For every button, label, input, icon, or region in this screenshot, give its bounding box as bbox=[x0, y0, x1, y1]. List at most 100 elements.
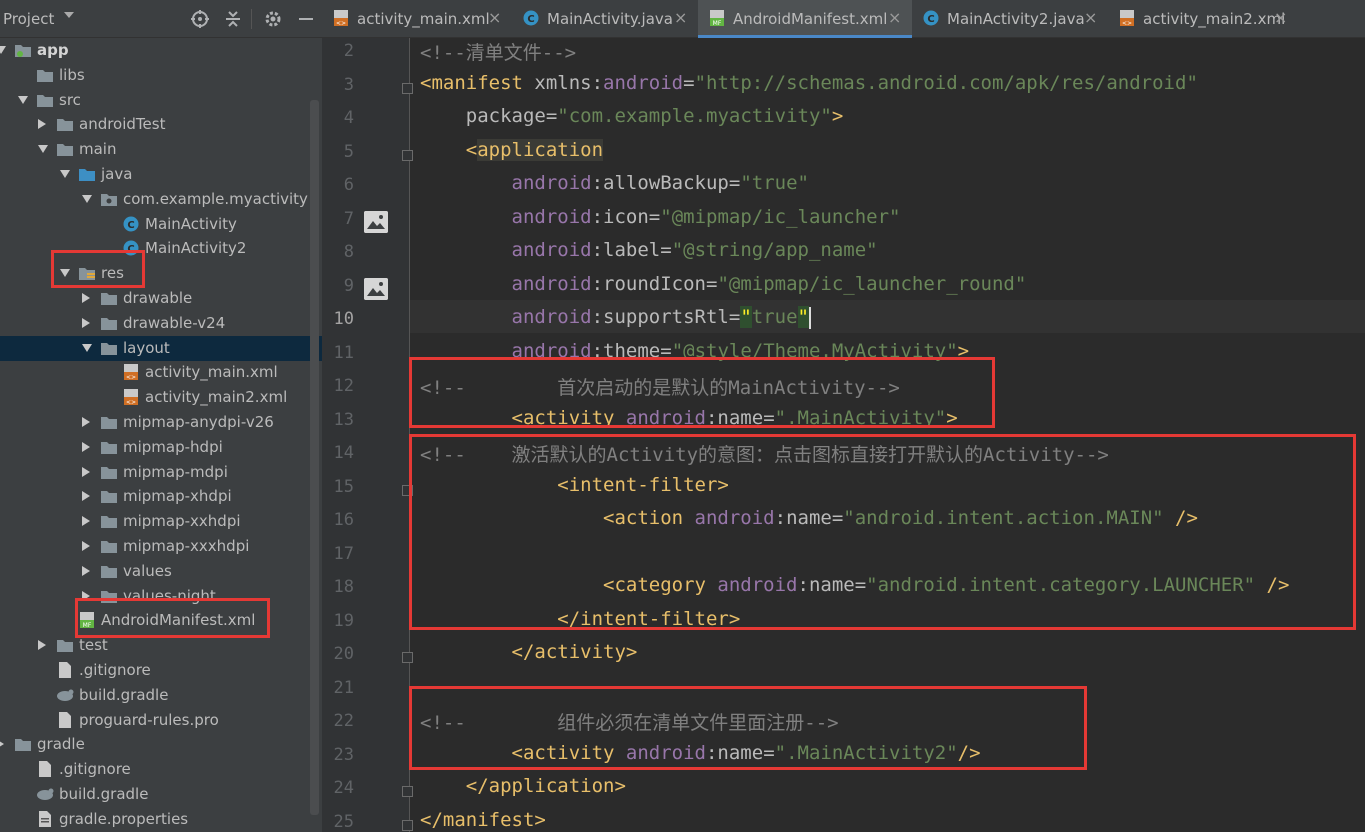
project-view-selector[interactable]: Project bbox=[3, 10, 54, 28]
close-icon[interactable]: × bbox=[1274, 8, 1287, 27]
image-preview-icon[interactable] bbox=[364, 277, 388, 300]
close-icon[interactable]: × bbox=[674, 8, 687, 27]
expand-arrow-down-icon[interactable] bbox=[0, 46, 6, 54]
expand-arrow-right-icon[interactable] bbox=[0, 739, 4, 750]
expand-arrow-right-icon[interactable] bbox=[82, 491, 90, 502]
expand-arrow-down-icon[interactable] bbox=[82, 194, 92, 203]
tree-item[interactable]: C MainActivity2 bbox=[0, 236, 322, 261]
locate-target-icon[interactable] bbox=[191, 10, 209, 28]
code-line: android:icon="@mipmap/ic_launcher" bbox=[420, 206, 901, 228]
tree-item[interactable]: drawable-v24 bbox=[0, 311, 322, 336]
fold-marker-icon[interactable] bbox=[402, 652, 413, 663]
expand-arrow-right-icon[interactable] bbox=[38, 640, 46, 651]
folder-icon bbox=[56, 116, 74, 132]
tree-item[interactable]: libs bbox=[0, 63, 322, 88]
fold-marker-icon[interactable] bbox=[402, 819, 413, 831]
editor-tab[interactable]: C MainActivity.java × bbox=[512, 0, 698, 37]
expand-arrow-down-icon[interactable] bbox=[60, 170, 70, 178]
expand-arrow-right-icon[interactable] bbox=[82, 317, 90, 328]
line-number: 3 bbox=[343, 74, 354, 95]
tree-item[interactable]: <> activity_main2.xml bbox=[0, 385, 322, 410]
close-icon[interactable]: × bbox=[1084, 8, 1097, 27]
tree-item[interactable]: layout bbox=[0, 335, 322, 361]
tree-item[interactable]: app bbox=[0, 38, 322, 63]
tree-item[interactable]: mipmap-mdpi bbox=[0, 460, 322, 485]
tree-item-label: mipmap-mdpi bbox=[123, 462, 228, 481]
file-icon bbox=[56, 662, 74, 678]
chevron-down-icon[interactable] bbox=[64, 12, 74, 18]
xml-layout-icon: <> bbox=[122, 364, 140, 381]
line-number: 20 bbox=[333, 644, 354, 664]
gear-icon[interactable] bbox=[264, 10, 282, 28]
tree-item[interactable]: mipmap-xxhdpi bbox=[0, 509, 322, 534]
expand-arrow-right-icon[interactable] bbox=[82, 417, 90, 427]
code-token: </activity> bbox=[420, 641, 638, 663]
code-token: android bbox=[420, 272, 592, 295]
close-icon[interactable]: × bbox=[888, 8, 901, 27]
tree-item[interactable]: com.example.myactivity bbox=[0, 187, 322, 212]
svg-text:C: C bbox=[927, 14, 934, 25]
line-number: 4 bbox=[343, 108, 354, 128]
collapse-all-icon[interactable] bbox=[224, 10, 242, 28]
annotation-box-main-activity bbox=[409, 357, 995, 428]
tree-item[interactable]: values bbox=[0, 559, 322, 584]
line-number-gutter: 2 3 4 5 6 7 8 9 10 11 12 13 14 15 16 17 18 19 20 21 22 23 24 25 bbox=[322, 38, 413, 832]
expand-arrow-down-icon[interactable] bbox=[18, 95, 28, 104]
editor-tab[interactable]: <> activity_main.xml × bbox=[322, 0, 512, 37]
fold-marker-icon[interactable] bbox=[402, 149, 413, 161]
tree-item[interactable]: .gitignore bbox=[0, 658, 322, 683]
editor-tab[interactable]: <> activity_main2.xml × bbox=[1108, 0, 1298, 37]
fold-marker-icon[interactable] bbox=[402, 786, 413, 797]
code-token: = bbox=[683, 71, 695, 94]
tree-item[interactable]: mipmap-hdpi bbox=[0, 435, 322, 460]
svg-text:C: C bbox=[527, 14, 534, 25]
tree-item[interactable]: main bbox=[0, 137, 322, 162]
tree-item[interactable]: .gitignore bbox=[0, 757, 322, 782]
expand-arrow-right-icon[interactable] bbox=[82, 293, 90, 303]
code-token: true bbox=[751, 306, 798, 328]
close-icon[interactable]: × bbox=[488, 8, 501, 27]
tree-item[interactable]: <> activity_main.xml bbox=[0, 360, 322, 385]
tree-item[interactable]: mipmap-xxxhdpi bbox=[0, 534, 322, 559]
tree-item[interactable]: proguard-rules.pro bbox=[0, 708, 322, 733]
expand-arrow-right-icon[interactable] bbox=[82, 565, 90, 576]
expand-arrow-down-icon[interactable] bbox=[82, 343, 92, 352]
tree-item[interactable]: res bbox=[0, 261, 322, 286]
tree-item[interactable]: java bbox=[0, 162, 322, 187]
fold-marker-icon[interactable] bbox=[402, 82, 413, 94]
tree-item[interactable]: build.gradle bbox=[0, 782, 322, 807]
text-caret bbox=[809, 306, 811, 329]
tree-item-label: MainActivity bbox=[145, 214, 237, 233]
line-number: 25 bbox=[333, 811, 354, 832]
expand-arrow-down-icon[interactable] bbox=[38, 145, 48, 154]
editor-tab[interactable]: MF AndroidManifest.xml × bbox=[698, 0, 912, 38]
code-line: android:allowBackup="true" bbox=[420, 172, 809, 194]
expand-arrow-right-icon[interactable] bbox=[82, 466, 90, 477]
expand-arrow-right-icon[interactable] bbox=[82, 441, 90, 452]
tree-item[interactable]: drawable bbox=[0, 286, 322, 311]
tree-item[interactable]: androidTest bbox=[0, 112, 322, 137]
project-panel-header: Project bbox=[0, 0, 322, 38]
expand-arrow-right-icon[interactable] bbox=[82, 541, 90, 551]
project-scrollbar[interactable] bbox=[310, 100, 319, 815]
tree-item[interactable]: gradle.properties bbox=[0, 807, 322, 832]
image-preview-icon[interactable] bbox=[364, 210, 388, 233]
tree-item[interactable]: mipmap-anydpi-v26 bbox=[0, 410, 322, 435]
tree-item[interactable]: gradle bbox=[0, 732, 322, 757]
expand-arrow-right-icon[interactable] bbox=[38, 119, 46, 130]
folder-icon bbox=[36, 67, 54, 83]
expand-arrow-right-icon[interactable] bbox=[82, 516, 90, 527]
tree-item[interactable]: mipmap-xhdpi bbox=[0, 484, 322, 509]
editor-tab[interactable]: C MainActivity2.java × bbox=[912, 0, 1108, 37]
code-token: = bbox=[660, 239, 672, 261]
minimize-icon[interactable] bbox=[297, 10, 315, 28]
code-editor[interactable]: 2 3 4 5 6 7 8 9 10 11 12 13 14 15 16 17 18 19 20 21 22 23 24 25… bbox=[322, 38, 1365, 832]
tree-item[interactable]: src bbox=[0, 88, 322, 113]
editor-tab-label: AndroidManifest.xml bbox=[733, 10, 888, 28]
tree-item[interactable]: C MainActivity bbox=[0, 212, 322, 237]
code-line: <manifest xmlns:android="http://schemas.… bbox=[420, 72, 1198, 94]
tree-item[interactable]: build.gradle bbox=[0, 683, 322, 708]
code-token: "http://schemas.android.com/apk/res/andr… bbox=[694, 71, 1198, 94]
package-icon bbox=[100, 191, 118, 207]
tree-item-label: build.gradle bbox=[79, 685, 169, 704]
